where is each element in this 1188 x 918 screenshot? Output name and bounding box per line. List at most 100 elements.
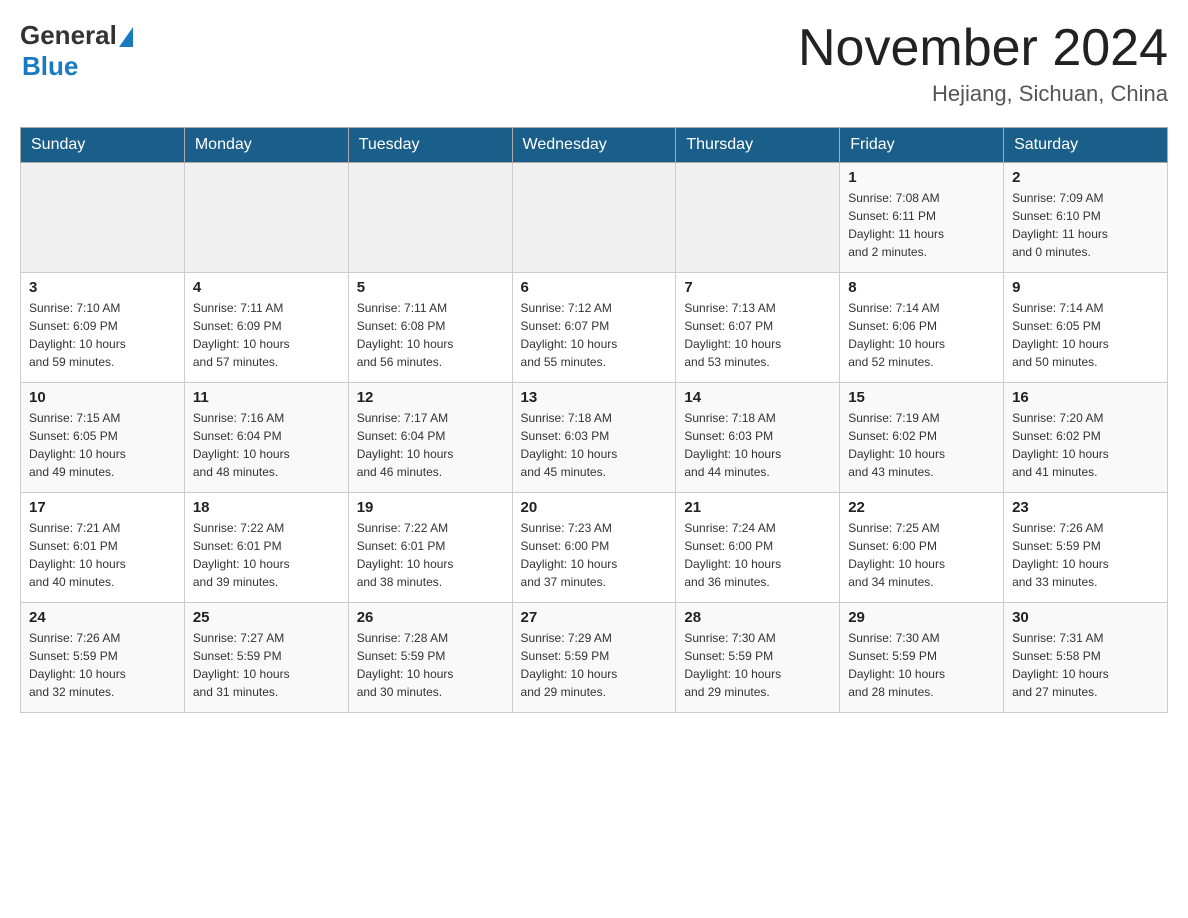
day-number: 27	[521, 609, 668, 626]
day-number: 30	[1012, 609, 1159, 626]
day-number: 6	[521, 279, 668, 296]
calendar-cell: 4 Sunrise: 7:11 AMSunset: 6:09 PMDaylight…	[184, 273, 348, 383]
calendar-cell: 11 Sunrise: 7:16 AMSunset: 6:04 PMDayligh…	[184, 383, 348, 493]
calendar-week-row: 1 Sunrise: 7:08 AMSunset: 6:11 PMDaylight…	[21, 163, 1168, 273]
day-info: Sunrise: 7:11 AMSunset: 6:08 PMDaylight:…	[357, 299, 504, 371]
calendar-cell: 20 Sunrise: 7:23 AMSunset: 6:00 PMDayligh…	[512, 493, 676, 603]
logo: General Blue	[20, 20, 133, 82]
day-number: 23	[1012, 499, 1159, 516]
logo-general-text: General	[20, 20, 117, 51]
calendar-cell: 16 Sunrise: 7:20 AMSunset: 6:02 PMDayligh…	[1004, 383, 1168, 493]
logo-triangle-icon	[119, 27, 133, 47]
day-info: Sunrise: 7:18 AMSunset: 6:03 PMDaylight:…	[521, 409, 668, 481]
logo-blue-text: Blue	[22, 51, 78, 82]
day-number: 11	[193, 389, 340, 406]
day-number: 8	[848, 279, 995, 296]
day-info: Sunrise: 7:23 AMSunset: 6:00 PMDaylight:…	[521, 519, 668, 591]
day-number: 13	[521, 389, 668, 406]
calendar-cell: 9 Sunrise: 7:14 AMSunset: 6:05 PMDaylight…	[1004, 273, 1168, 383]
day-number: 24	[29, 609, 176, 626]
day-number: 12	[357, 389, 504, 406]
day-info: Sunrise: 7:26 AMSunset: 5:59 PMDaylight:…	[29, 629, 176, 701]
calendar-cell	[676, 163, 840, 273]
calendar-cell	[184, 163, 348, 273]
day-info: Sunrise: 7:11 AMSunset: 6:09 PMDaylight:…	[193, 299, 340, 371]
calendar-cell: 22Sunrise: 7:25 AMSunset: 6:00 PMDayligh…	[840, 493, 1004, 603]
day-info: Sunrise: 7:30 AMSunset: 5:59 PMDaylight:…	[848, 629, 995, 701]
day-info: Sunrise: 7:28 AMSunset: 5:59 PMDaylight:…	[357, 629, 504, 701]
page-header: General Blue November 2024 Hejiang, Sich…	[20, 20, 1168, 107]
calendar-cell: 3Sunrise: 7:10 AMSunset: 6:09 PMDaylight…	[21, 273, 185, 383]
day-number: 10	[29, 389, 176, 406]
day-info: Sunrise: 7:16 AMSunset: 6:04 PMDaylight:…	[193, 409, 340, 481]
day-info: Sunrise: 7:27 AMSunset: 5:59 PMDaylight:…	[193, 629, 340, 701]
calendar-cell: 27 Sunrise: 7:29 AMSunset: 5:59 PMDayligh…	[512, 603, 676, 713]
day-number: 17	[29, 499, 176, 516]
day-info: Sunrise: 7:15 AMSunset: 6:05 PMDaylight:…	[29, 409, 176, 481]
calendar-week-row: 3Sunrise: 7:10 AMSunset: 6:09 PMDaylight…	[21, 273, 1168, 383]
day-number: 29	[848, 609, 995, 626]
day-info: Sunrise: 7:10 AMSunset: 6:09 PMDaylight:…	[29, 299, 176, 371]
calendar-cell: 5 Sunrise: 7:11 AMSunset: 6:08 PMDaylight…	[348, 273, 512, 383]
calendar-cell: 7Sunrise: 7:13 AMSunset: 6:07 PMDaylight…	[676, 273, 840, 383]
location-subtitle: Hejiang, Sichuan, China	[798, 81, 1168, 107]
day-of-week-header: Monday	[184, 128, 348, 163]
day-number: 7	[684, 279, 831, 296]
calendar-cell	[348, 163, 512, 273]
day-info: Sunrise: 7:17 AMSunset: 6:04 PMDaylight:…	[357, 409, 504, 481]
calendar-cell: 13 Sunrise: 7:18 AMSunset: 6:03 PMDayligh…	[512, 383, 676, 493]
day-number: 9	[1012, 279, 1159, 296]
day-of-week-header: Sunday	[21, 128, 185, 163]
day-of-week-header: Wednesday	[512, 128, 676, 163]
calendar-cell: 12 Sunrise: 7:17 AMSunset: 6:04 PMDayligh…	[348, 383, 512, 493]
calendar-cell: 10 Sunrise: 7:15 AMSunset: 6:05 PMDayligh…	[21, 383, 185, 493]
title-section: November 2024 Hejiang, Sichuan, China	[798, 20, 1168, 107]
day-number: 5	[357, 279, 504, 296]
calendar-cell: 21Sunrise: 7:24 AMSunset: 6:00 PMDayligh…	[676, 493, 840, 603]
calendar-cell: 1 Sunrise: 7:08 AMSunset: 6:11 PMDaylight…	[840, 163, 1004, 273]
day-number: 2	[1012, 169, 1159, 186]
day-info: Sunrise: 7:08 AMSunset: 6:11 PMDaylight:…	[848, 189, 995, 261]
day-info: Sunrise: 7:14 AMSunset: 6:05 PMDaylight:…	[1012, 299, 1159, 371]
calendar-cell: 23 Sunrise: 7:26 AMSunset: 5:59 PMDayligh…	[1004, 493, 1168, 603]
calendar-cell: 24 Sunrise: 7:26 AMSunset: 5:59 PMDayligh…	[21, 603, 185, 713]
calendar-week-row: 24 Sunrise: 7:26 AMSunset: 5:59 PMDayligh…	[21, 603, 1168, 713]
calendar-cell: 25 Sunrise: 7:27 AMSunset: 5:59 PMDayligh…	[184, 603, 348, 713]
day-info: Sunrise: 7:29 AMSunset: 5:59 PMDaylight:…	[521, 629, 668, 701]
day-number: 4	[193, 279, 340, 296]
day-number: 26	[357, 609, 504, 626]
day-number: 15	[848, 389, 995, 406]
day-of-week-header: Saturday	[1004, 128, 1168, 163]
calendar-cell: 26 Sunrise: 7:28 AMSunset: 5:59 PMDayligh…	[348, 603, 512, 713]
day-info: Sunrise: 7:22 AMSunset: 6:01 PMDaylight:…	[193, 519, 340, 591]
calendar-cell: 28Sunrise: 7:30 AMSunset: 5:59 PMDayligh…	[676, 603, 840, 713]
calendar-cell: 29 Sunrise: 7:30 AMSunset: 5:59 PMDayligh…	[840, 603, 1004, 713]
calendar-table: SundayMondayTuesdayWednesdayThursdayFrid…	[20, 127, 1168, 713]
calendar-cell: 18 Sunrise: 7:22 AMSunset: 6:01 PMDayligh…	[184, 493, 348, 603]
calendar-cell: 15 Sunrise: 7:19 AMSunset: 6:02 PMDayligh…	[840, 383, 1004, 493]
day-info: Sunrise: 7:19 AMSunset: 6:02 PMDaylight:…	[848, 409, 995, 481]
day-info: Sunrise: 7:18 AMSunset: 6:03 PMDaylight:…	[684, 409, 831, 481]
calendar-cell: 30Sunrise: 7:31 AMSunset: 5:58 PMDayligh…	[1004, 603, 1168, 713]
calendar-cell	[512, 163, 676, 273]
day-number: 20	[521, 499, 668, 516]
day-of-week-header: Friday	[840, 128, 1004, 163]
day-of-week-header: Tuesday	[348, 128, 512, 163]
day-info: Sunrise: 7:22 AMSunset: 6:01 PMDaylight:…	[357, 519, 504, 591]
day-number: 18	[193, 499, 340, 516]
day-number: 1	[848, 169, 995, 186]
day-number: 14	[684, 389, 831, 406]
calendar-cell: 17Sunrise: 7:21 AMSunset: 6:01 PMDayligh…	[21, 493, 185, 603]
day-info: Sunrise: 7:30 AMSunset: 5:59 PMDaylight:…	[684, 629, 831, 701]
calendar-week-row: 17Sunrise: 7:21 AMSunset: 6:01 PMDayligh…	[21, 493, 1168, 603]
day-info: Sunrise: 7:26 AMSunset: 5:59 PMDaylight:…	[1012, 519, 1159, 591]
calendar-cell: 14 Sunrise: 7:18 AMSunset: 6:03 PMDayligh…	[676, 383, 840, 493]
day-number: 21	[684, 499, 831, 516]
logo-blue-part	[117, 27, 133, 45]
day-info: Sunrise: 7:20 AMSunset: 6:02 PMDaylight:…	[1012, 409, 1159, 481]
day-info: Sunrise: 7:14 AMSunset: 6:06 PMDaylight:…	[848, 299, 995, 371]
day-number: 25	[193, 609, 340, 626]
day-number: 16	[1012, 389, 1159, 406]
day-of-week-header: Thursday	[676, 128, 840, 163]
day-number: 19	[357, 499, 504, 516]
